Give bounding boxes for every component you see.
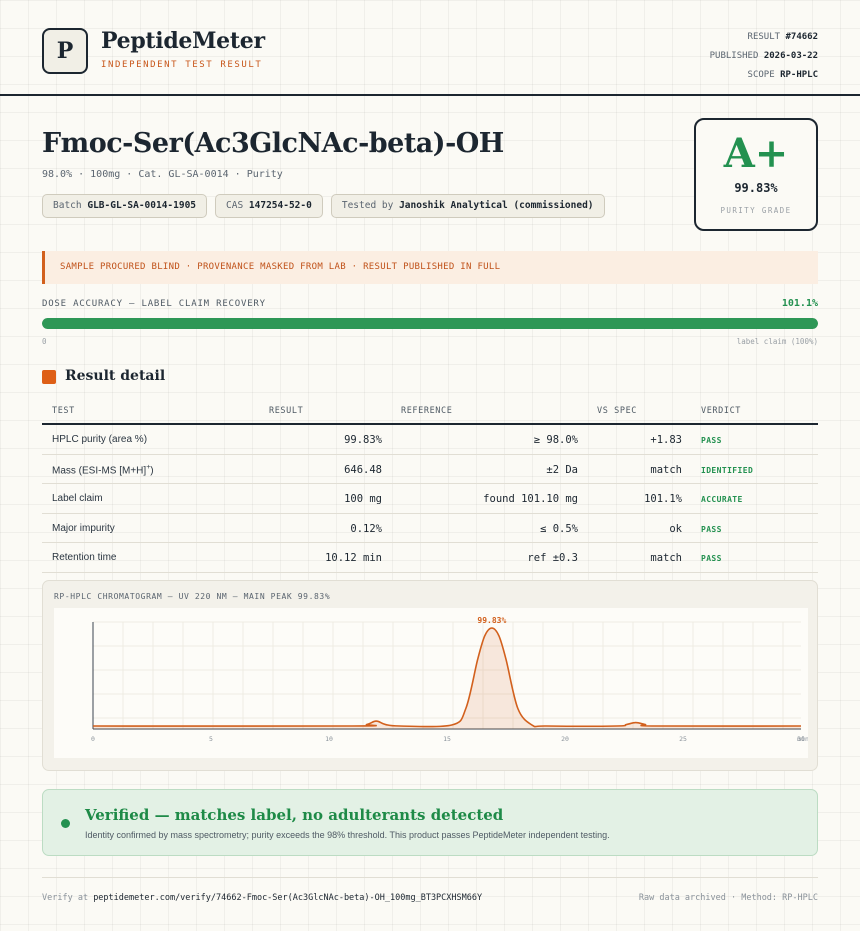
dose-bar (42, 318, 818, 329)
verify-line: Verify at peptidemeter.com/verify/74662-… (42, 893, 483, 903)
product-pills: Batch GLB-GL-SA-0014-1905 CAS 147254-52-… (42, 194, 605, 218)
verified-text: Identity confirmed by mass spectrometry;… (85, 830, 610, 840)
chromatogram-chart: 99.83%0 5 10 15 20 25 30min (54, 608, 808, 758)
logo: P (42, 28, 88, 74)
table-header: TEST RESULT REFERENCE VS SPEC VERDICT (42, 397, 818, 425)
table-row: HPLC purity (area %) 99.83% ≥ 98.0% +1.8… (42, 425, 818, 455)
x-tick-label: 5 (209, 735, 213, 743)
verified-title: Verified — matches label, no adulterants… (85, 806, 504, 824)
col-reference: REFERENCE (401, 406, 453, 416)
result-table: TEST RESULT REFERENCE VS SPEC VERDICT HP… (42, 397, 818, 573)
meta-scope: SCOPE RP-HPLC (747, 70, 818, 80)
x-tick-label: 0 (91, 735, 95, 743)
col-verdict: VERDICT (701, 406, 742, 416)
verified-dot-icon (61, 819, 70, 828)
report-header: P PeptideMeter INDEPENDENT TEST RESULT R… (0, 0, 860, 96)
blind-notice: SAMPLE PROCURED BLIND · PROVENANCE MASKE… (42, 251, 818, 284)
dose-label: DOSE ACCURACY — LABEL CLAIM RECOVERY (42, 299, 266, 309)
footer-divider (42, 877, 818, 878)
brand-name: PeptideMeter (101, 28, 265, 54)
col-vs-spec: VS SPEC (597, 406, 638, 416)
meta-published: PUBLISHED 2026-03-22 (709, 51, 818, 61)
dose-bar-claim: label claim (100%) (736, 337, 818, 346)
report-meta: RESULT #74662 PUBLISHED 2026-03-22 SCOPE… (710, 28, 818, 85)
chromatogram-title: RP-HPLC CHROMATOGRAM — UV 220 NM — MAIN … (54, 592, 331, 601)
x-tick-label: 25 (679, 735, 687, 743)
table-row: Major impurity 0.12% ≤ 0.5% ok PASS (42, 514, 818, 543)
peak-label: 99.83% (477, 616, 506, 625)
chromatogram-panel: RP-HPLC CHROMATOGRAM — UV 220 NM — MAIN … (42, 580, 818, 771)
verdict-badge: PASS (701, 554, 722, 563)
table-row: Retention time 10.12 min ref ±0.3 match … (42, 543, 818, 573)
dose-bar-fill (42, 318, 818, 329)
dose-value: 101.1% (781, 298, 818, 309)
product-subline: 98.0% · 100mg · Cat. GL-SA-0014 · Purity (42, 169, 283, 180)
x-tick-label: min (797, 735, 808, 743)
grade-letter: A+ (723, 130, 789, 177)
footer-method: Raw data archived · Method: RP-HPLC (638, 893, 818, 903)
brand-subtitle: INDEPENDENT TEST RESULT (101, 60, 263, 70)
tested-by-pill: Tested by Janoshik Analytical (commissio… (330, 194, 605, 218)
grade-label: PURITY GRADE (720, 206, 792, 215)
x-tick-label: 15 (443, 735, 451, 743)
col-result: RESULT (269, 406, 304, 416)
verdict-badge: ACCURATE (701, 495, 743, 504)
verified-banner: Verified — matches label, no adulterants… (42, 789, 818, 856)
verdict-badge: PASS (701, 524, 722, 534)
table-row: Mass (ESI-MS [M+H]+) 646.48 ±2 Da match … (42, 455, 818, 484)
section-title: Result detail (65, 368, 166, 384)
product-title: Fmoc-Ser(Ac3GlcNAc-beta)-OH (42, 128, 504, 159)
verdict-badge: PASS (701, 436, 722, 445)
section-marker-icon (42, 370, 56, 384)
col-test: TEST (52, 406, 75, 416)
verify-link[interactable]: peptidemeter.com/verify/74662-Fmoc-Ser(A… (93, 893, 482, 903)
verdict-badge: IDENTIFIED (701, 465, 754, 475)
batch-pill: Batch GLB-GL-SA-0014-1905 (42, 194, 208, 218)
purity-grade-card: A+ 99.83% PURITY GRADE (694, 118, 818, 231)
cas-pill: CAS 147254-52-0 (215, 194, 323, 218)
table-row: Label claim 100 mg found 101.10 mg 101.1… (42, 484, 818, 514)
dose-bar-zero: 0 (42, 337, 47, 346)
x-tick-label: 20 (561, 735, 569, 743)
meta-result: RESULT #74662 (747, 32, 818, 42)
grade-value: 99.83% (734, 181, 778, 195)
chart-background (54, 608, 808, 758)
x-tick-label: 10 (325, 735, 333, 743)
